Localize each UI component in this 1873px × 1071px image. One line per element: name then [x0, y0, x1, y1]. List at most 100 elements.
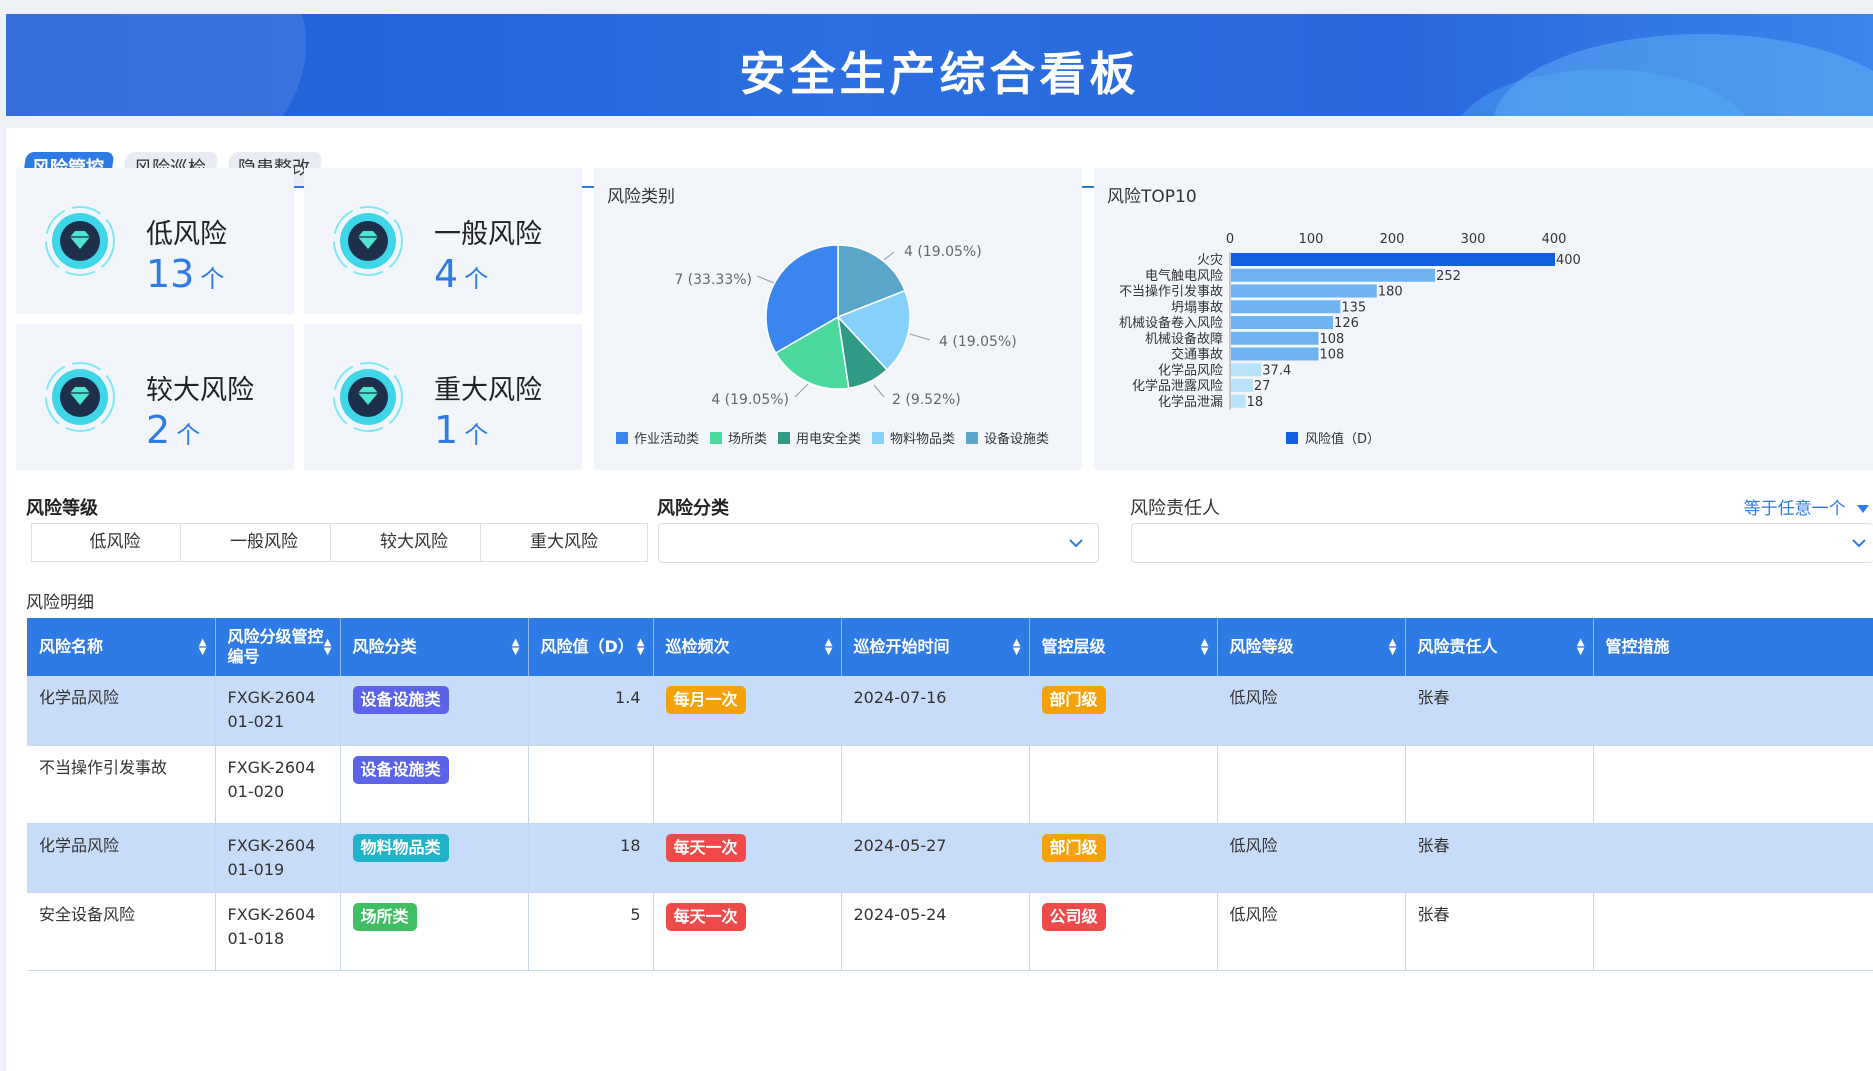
- sort-icon[interactable]: ▲ ▼: [1389, 638, 1397, 657]
- legend-swatch[interactable]: [778, 432, 790, 444]
- bar[interactable]: [1231, 347, 1319, 361]
- kpi-value: 13 个: [146, 252, 225, 296]
- table-cell: [1593, 745, 1873, 824]
- sort-icon[interactable]: ▲ ▼: [324, 638, 332, 657]
- col-header[interactable]: 巡检频次 ▲ ▼: [653, 618, 842, 676]
- diamond-icon: [333, 206, 403, 276]
- table-row[interactable]: 化学品风险 FXGK-260401-021 设备设施类 1.4 每月一次 2024-07-…: [27, 676, 1873, 746]
- level-option-general[interactable]: 一般风险: [180, 523, 348, 562]
- kpi-title: 一般风险: [434, 219, 542, 250]
- table-cell: FXGK-260401-019: [215, 823, 341, 893]
- owner-match-mode[interactable]: 等于任意一个: [1744, 494, 1869, 519]
- bar[interactable]: [1231, 316, 1334, 329]
- pie-data-label: 7 (33.33%): [674, 272, 752, 288]
- table-row[interactable]: 安全设备风险 FXGK-260401-018 场所类 5 每天一次 2024-05-24 公…: [27, 892, 1873, 971]
- table-row[interactable]: 不当操作引发事故 FXGK-260401-020 设备设施类: [27, 745, 1873, 824]
- sort-icon[interactable]: ▲ ▼: [199, 638, 207, 657]
- table-cell: 张春: [1405, 823, 1594, 893]
- table-cell: [1217, 745, 1406, 824]
- legend-swatch[interactable]: [616, 432, 628, 444]
- sort-icon[interactable]: ▲ ▼: [1201, 638, 1209, 657]
- bar-value-label: 18: [1247, 395, 1264, 410]
- detail-title: 风险明细: [26, 593, 94, 613]
- pie-label-line: [883, 251, 895, 261]
- filter-owner-label: 风险责任人: [1130, 498, 1220, 519]
- col-header: 管控措施: [1593, 618, 1873, 676]
- col-header[interactable]: 风险值（D） ▲ ▼: [528, 618, 654, 676]
- legend-swatch[interactable]: [966, 432, 978, 444]
- legend-label[interactable]: 风险值（D）: [1305, 431, 1380, 447]
- table-cell: FXGK-260401-018: [215, 892, 341, 971]
- legend-label[interactable]: 作业活动类: [634, 432, 699, 447]
- table-cell: 部门级: [1029, 823, 1218, 893]
- col-header[interactable]: 风险等级 ▲ ▼: [1217, 618, 1406, 676]
- kpi-card-general[interactable]: 一般风险 4个: [304, 168, 582, 314]
- sort-icon[interactable]: ▲ ▼: [825, 638, 833, 657]
- sort-icon[interactable]: ▲ ▼: [1013, 638, 1021, 657]
- col-header[interactable]: 风险分类 ▲ ▼: [340, 618, 529, 676]
- legend-label[interactable]: 场所类: [728, 432, 767, 447]
- frequency-tag: 每月一次: [665, 686, 746, 714]
- legend-label[interactable]: 设备设施类: [984, 431, 1049, 447]
- level-option-low[interactable]: 低风险: [31, 523, 199, 562]
- col-header[interactable]: 风险分级管控编号 ▲ ▼: [215, 618, 341, 676]
- legend-swatch[interactable]: [710, 432, 722, 444]
- pie-data-label: 4 (19.05%): [711, 392, 789, 408]
- kpi-card-low[interactable]: 低风险 13 个: [16, 168, 294, 314]
- level-option-critical[interactable]: 重大风险: [480, 523, 648, 562]
- sort-icon[interactable]: ▲ ▼: [512, 638, 520, 657]
- x-tick-label: 200: [1380, 232, 1405, 247]
- table-cell: 每月一次: [653, 676, 842, 746]
- table-cell: 2024-05-24: [841, 892, 1030, 971]
- table-cell: 张春: [1405, 676, 1594, 746]
- kpi-title: 低风险: [146, 219, 227, 250]
- table-cell: 每天一次: [653, 823, 842, 893]
- legend-swatch[interactable]: [1286, 432, 1298, 444]
- bar-value-label: 126: [1334, 316, 1359, 331]
- table-cell: 公司级: [1029, 892, 1218, 971]
- table-cell: [528, 745, 654, 824]
- y-tick-label: 交通事故: [1171, 347, 1223, 363]
- kpi-card-major[interactable]: 较大风险 2个: [16, 324, 294, 470]
- bar[interactable]: [1231, 394, 1246, 408]
- kpi-card-critical[interactable]: 重大风险 1个: [304, 324, 582, 470]
- x-tick-label: 400: [1542, 232, 1567, 247]
- legend-label[interactable]: 物料物品类: [890, 432, 955, 447]
- table-cell: 安全设备风险: [27, 892, 216, 971]
- col-header[interactable]: 风险责任人 ▲ ▼: [1405, 618, 1594, 676]
- y-tick-label: 电气触电风险: [1145, 268, 1223, 284]
- col-header[interactable]: 巡检开始时间 ▲ ▼: [841, 618, 1030, 676]
- bar-value-label: 180: [1378, 285, 1403, 300]
- owner-select[interactable]: [1131, 523, 1873, 563]
- table-header: 风险名称 ▲ ▼ 风险分级管控编号 ▲ ▼ 风险分类 ▲ ▼ 风险值（D） ▲ ▼ 巡检频次 ▲ ▼…: [27, 618, 1873, 676]
- table-cell: 5: [528, 892, 654, 971]
- dashboard-page: 安全生产综合看板 风险管控 风险巡检 隐患整改 低风险 13个: [0, 0, 1873, 1071]
- control-level-tag: 公司级: [1041, 902, 1106, 931]
- risk-category-panel: 风险类别 4 (19.05%) 4 (19.05%) 2 (9.52%) 4 (19.…: [594, 168, 1082, 470]
- bar[interactable]: [1231, 363, 1262, 377]
- bar[interactable]: [1231, 268, 1436, 282]
- sort-icon[interactable]: ▲ ▼: [637, 638, 645, 657]
- table-cell: FXGK-260401-021: [215, 676, 341, 746]
- legend-swatch[interactable]: [872, 432, 884, 444]
- bar-value-label: 37.4: [1262, 363, 1291, 378]
- bar[interactable]: [1231, 300, 1341, 314]
- bar[interactable]: [1231, 284, 1377, 298]
- table-cell: 化学品风险: [27, 823, 216, 893]
- category-tag: 设备设施类: [352, 686, 449, 714]
- level-option-major[interactable]: 较大风险: [330, 523, 498, 562]
- sort-icon[interactable]: ▲ ▼: [1577, 638, 1585, 657]
- bar[interactable]: [1231, 331, 1319, 345]
- category-tag: 设备设施类: [352, 755, 449, 784]
- category-select[interactable]: [658, 523, 1099, 563]
- table-cell: 低风险: [1217, 676, 1406, 746]
- col-header[interactable]: 管控层级 ▲ ▼: [1029, 618, 1218, 676]
- table-row[interactable]: 化学品风险 FXGK-260401-019 物料物品类 18 每天一次 2024-05-2…: [27, 823, 1873, 893]
- bar[interactable]: [1231, 253, 1555, 266]
- legend-label[interactable]: 用电安全类: [796, 431, 861, 447]
- diamond-icon: [333, 362, 403, 432]
- col-header[interactable]: 风险名称 ▲ ▼: [27, 618, 216, 676]
- y-tick-label: 坍塌事故: [1171, 300, 1223, 315]
- bar[interactable]: [1231, 379, 1253, 392]
- y-tick-label: 化学品泄漏: [1158, 394, 1223, 410]
